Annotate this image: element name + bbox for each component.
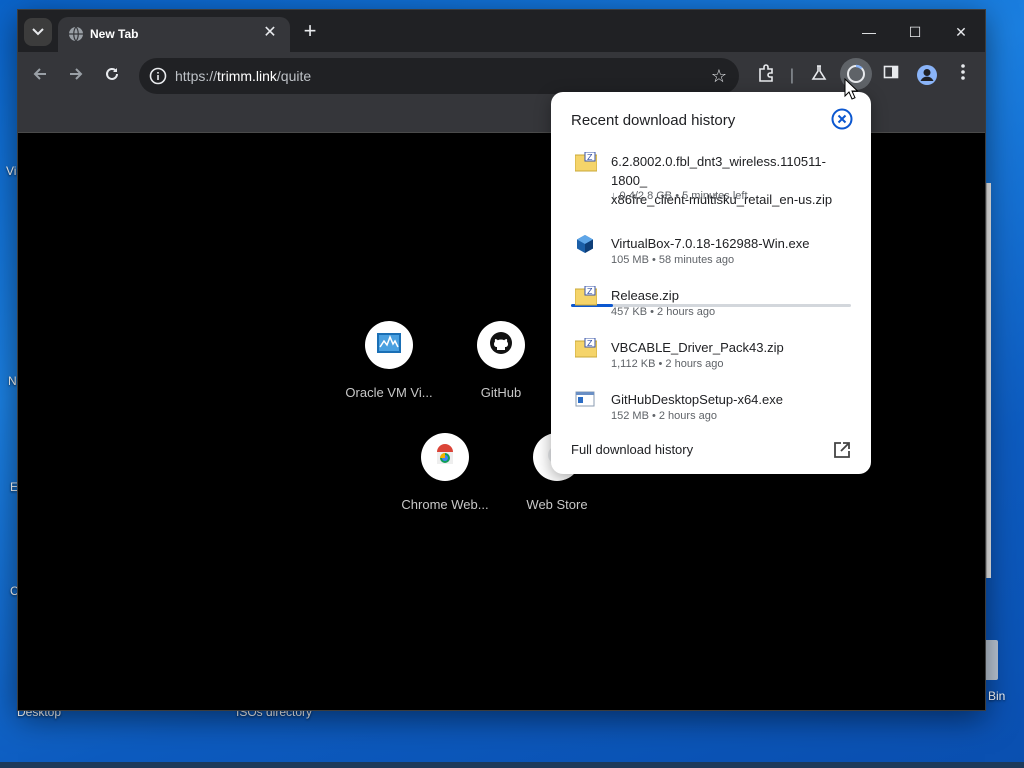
globe-icon: [68, 26, 84, 42]
close-tab-icon[interactable]: ✕: [260, 23, 280, 43]
download-status: ↓ 0.4/2.8 GB • 5 minutes left: [611, 190, 748, 202]
maximize-button[interactable]: ☐: [892, 18, 938, 46]
tab-new-tab[interactable]: New Tab ✕: [58, 17, 290, 52]
download-filename: Release.zip: [611, 288, 679, 303]
close-icon[interactable]: [831, 108, 853, 130]
download-filename: VirtualBox-7.0.18-162988-Win.exe: [611, 236, 810, 251]
reload-button[interactable]: [100, 64, 124, 88]
site-info-icon[interactable]: [149, 67, 167, 85]
virtualbox-installer-icon: [575, 234, 595, 254]
minimize-button[interactable]: —: [846, 18, 892, 46]
shortcut-chrome-web[interactable]: Chrome Web...: [389, 433, 501, 512]
tab-title: New Tab: [90, 27, 139, 41]
arrow-right-icon: [68, 66, 84, 86]
url-text: https://trimm.link/quite: [175, 68, 312, 84]
toolbar-divider: |: [789, 67, 795, 84]
svg-text:Z: Z: [587, 287, 593, 296]
reload-icon: [104, 66, 120, 86]
shortcut-github[interactable]: GitHub: [445, 321, 557, 400]
kebab-menu-icon[interactable]: [951, 64, 975, 88]
desktop-icon-label-fragment: N: [8, 374, 17, 388]
zip-folder-icon: Z: [574, 337, 598, 358]
tab-strip: New Tab ✕ + — ☐ ✕: [18, 10, 985, 52]
download-status: 152 MB • 2 hours ago: [611, 410, 717, 422]
close-window-button[interactable]: ✕: [938, 18, 984, 46]
recycle-bin-icon[interactable]: [984, 640, 998, 680]
shortcut-label: Web Store: [526, 497, 588, 512]
shortcut-oracle-vm[interactable]: Oracle VM Vi...: [333, 321, 445, 400]
zip-folder-icon: Z: [574, 151, 598, 172]
shortcut-label: GitHub: [480, 385, 522, 400]
virtualbox-icon: [376, 332, 402, 359]
download-filename: GitHubDesktopSetup-x64.exe: [611, 392, 783, 407]
chevron-down-icon: [32, 23, 44, 41]
svg-text:Z: Z: [587, 153, 593, 162]
open-in-new-icon[interactable]: [833, 441, 851, 459]
zip-folder-icon: Z: [574, 285, 598, 306]
profile-avatar-icon[interactable]: [915, 64, 939, 88]
download-filename: VBCABLE_Driver_Pack43.zip: [611, 340, 784, 355]
desktop-icon-label-fragment: E: [10, 480, 19, 494]
shortcut-label: Chrome Web...: [401, 497, 489, 512]
background-window-edge: [986, 183, 991, 578]
download-status: 105 MB • 58 minutes ago: [611, 254, 735, 266]
full-download-history-link[interactable]: Full download history: [571, 442, 693, 457]
desktop-icon-label[interactable]: Bin: [988, 689, 1005, 703]
extensions-icon[interactable]: [754, 64, 778, 88]
shortcut-label: Oracle VM Vi...: [345, 385, 433, 400]
side-panel-icon[interactable]: [879, 64, 903, 88]
downloads-bubble: Recent download history Z 6.2.8002.0.fbl…: [551, 92, 871, 474]
svg-text:Z: Z: [587, 339, 593, 348]
chrome-web-store-icon: [433, 443, 457, 471]
forward-button[interactable]: [64, 64, 88, 88]
address-bar[interactable]: https://trimm.link/quite ☆: [139, 58, 739, 94]
new-tab-button[interactable]: +: [298, 20, 322, 44]
downloads-title: Recent download history: [571, 112, 736, 129]
arrow-left-icon: [32, 66, 48, 86]
tab-search-button[interactable]: [24, 18, 52, 46]
mouse-cursor-icon: [844, 77, 859, 100]
bookmark-star-icon[interactable]: ☆: [711, 66, 727, 87]
back-button[interactable]: [28, 64, 52, 88]
taskbar: [0, 762, 1024, 768]
exe-window-icon: [575, 390, 595, 410]
labs-flask-icon[interactable]: [807, 64, 831, 88]
github-icon: [489, 331, 513, 360]
download-status: 1,112 KB • 2 hours ago: [611, 358, 724, 370]
download-status: 457 KB • 2 hours ago: [611, 306, 716, 318]
